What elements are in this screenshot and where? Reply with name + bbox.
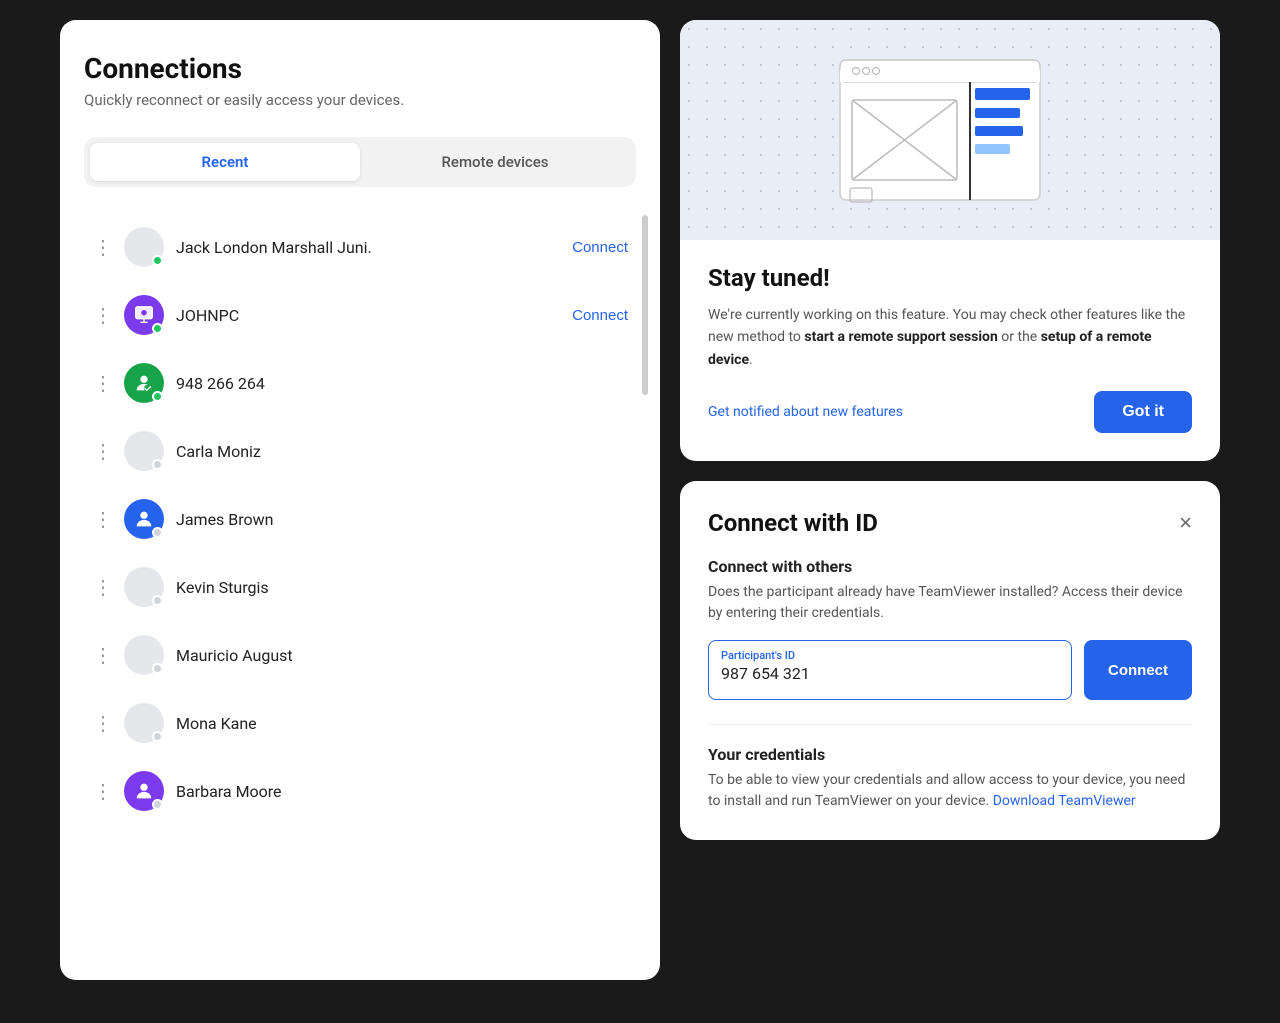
connect-others-desc: Does the participant already have TeamVi… <box>708 582 1192 624</box>
connect-button[interactable]: Connect <box>572 239 628 256</box>
connection-name: Kevin Sturgis <box>176 578 628 597</box>
person-icon <box>133 372 155 394</box>
illustration-area <box>680 20 1220 240</box>
notify-link[interactable]: Get notified about new features <box>708 404 903 420</box>
avatar <box>124 771 164 811</box>
connection-name: James Brown <box>176 510 628 529</box>
browser-mockup-illustration <box>790 40 1110 220</box>
tabs-container: Recent Remote devices <box>84 137 636 187</box>
avatar <box>124 499 164 539</box>
avatar <box>124 295 164 335</box>
participant-id-row: Participant's ID 987 654 321 Connect <box>708 640 1192 700</box>
list-item[interactable]: ⋮ JOHNPC Connect <box>84 283 636 347</box>
tab-recent[interactable]: Recent <box>90 143 360 181</box>
connection-name: 948 266 264 <box>176 374 628 393</box>
monitor-icon <box>133 304 155 326</box>
panel-title: Connections <box>84 52 636 85</box>
stay-tuned-actions: Get notified about new features Got it <box>680 391 1220 433</box>
download-teamviewer-link[interactable]: Download TeamViewer <box>993 793 1136 809</box>
connect-others-title: Connect with others <box>708 557 1192 576</box>
stay-tuned-title: Stay tuned! <box>708 264 1192 292</box>
connection-name: Carla Moniz <box>176 442 628 461</box>
connect-with-id-card: Connect with ID × Connect with others Do… <box>680 481 1220 840</box>
connections-list: ⋮ Jack London Marshall Juni. Connect ⋮ J… <box>84 215 636 823</box>
status-dot <box>152 799 163 810</box>
list-item[interactable]: ⋮ Mauricio August <box>84 623 636 687</box>
tab-remote-devices[interactable]: Remote devices <box>360 143 630 181</box>
avatar <box>124 703 164 743</box>
more-options-icon[interactable]: ⋮ <box>92 711 112 735</box>
person-icon <box>133 780 155 802</box>
panel-subtitle: Quickly reconnect or easily access your … <box>84 91 636 109</box>
more-options-icon[interactable]: ⋮ <box>92 235 112 259</box>
more-options-icon[interactable]: ⋮ <box>92 371 112 395</box>
more-options-icon[interactable]: ⋮ <box>92 507 112 531</box>
list-item[interactable]: ⋮ Carla Moniz <box>84 419 636 483</box>
connections-panel: Connections Quickly reconnect or easily … <box>60 20 660 980</box>
participant-id-label: Participant's ID <box>721 649 1059 662</box>
connection-name: Barbara Moore <box>176 782 628 801</box>
stay-tuned-desc: We're currently working on this feature.… <box>708 304 1192 371</box>
connect-id-button[interactable]: Connect <box>1084 640 1192 700</box>
more-options-icon[interactable]: ⋮ <box>92 303 112 327</box>
avatar <box>124 227 164 267</box>
right-panel: Stay tuned! We're currently working on t… <box>680 20 1220 840</box>
more-options-icon[interactable]: ⋮ <box>92 643 112 667</box>
avatar <box>124 635 164 675</box>
status-dot <box>152 595 163 606</box>
more-options-icon[interactable]: ⋮ <box>92 779 112 803</box>
connection-name: JOHNPC <box>176 306 560 325</box>
more-options-icon[interactable]: ⋮ <box>92 575 112 599</box>
list-item[interactable]: ⋮ James Brown <box>84 487 636 551</box>
connect-id-title: Connect with ID <box>708 509 878 537</box>
divider <box>708 724 1192 725</box>
stay-tuned-card: Stay tuned! We're currently working on t… <box>680 20 1220 461</box>
connect-id-header: Connect with ID × <box>708 509 1192 537</box>
got-it-button[interactable]: Got it <box>1094 391 1192 433</box>
status-dot <box>152 663 163 674</box>
participant-id-input-wrapper[interactable]: Participant's ID 987 654 321 <box>708 640 1072 700</box>
card-body: Stay tuned! We're currently working on t… <box>680 240 1220 371</box>
list-item[interactable]: ⋮ Jack London Marshall Juni. Connect <box>84 215 636 279</box>
participant-id-value[interactable]: 987 654 321 <box>721 664 1059 683</box>
list-item[interactable]: ⋮ Kevin Sturgis <box>84 555 636 619</box>
list-item[interactable]: ⋮ Mona Kane <box>84 691 636 755</box>
avatar <box>124 363 164 403</box>
close-button[interactable]: × <box>1179 512 1192 534</box>
person-icon <box>133 508 155 530</box>
list-item[interactable]: ⋮ 948 266 264 <box>84 351 636 415</box>
status-dot <box>152 323 163 334</box>
connection-name: Mauricio August <box>176 646 628 665</box>
status-dot <box>152 391 163 402</box>
avatar <box>124 431 164 471</box>
status-dot <box>152 527 163 538</box>
list-item[interactable]: ⋮ Barbara Moore <box>84 759 636 823</box>
credentials-desc: To be able to view your credentials and … <box>708 770 1192 812</box>
status-dot <box>152 731 163 742</box>
status-dot <box>152 459 163 470</box>
connect-button[interactable]: Connect <box>572 307 628 324</box>
connection-name: Jack London Marshall Juni. <box>176 238 560 257</box>
more-options-icon[interactable]: ⋮ <box>92 439 112 463</box>
credentials-title: Your credentials <box>708 745 1192 764</box>
status-dot <box>152 255 163 266</box>
scrollbar[interactable] <box>642 215 648 395</box>
connection-name: Mona Kane <box>176 714 628 733</box>
avatar <box>124 567 164 607</box>
